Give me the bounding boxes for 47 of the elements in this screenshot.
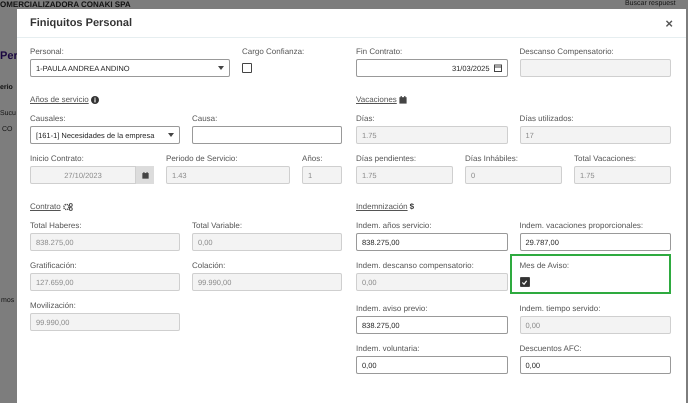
field-label: Causales:	[30, 114, 67, 123]
section-title: Contrato	[30, 202, 61, 211]
field-label: Indem. voluntaria:	[356, 344, 421, 353]
field-label: Personal:	[30, 47, 65, 56]
checkbox[interactable]	[520, 277, 530, 287]
caret-icon	[218, 66, 224, 70]
field-label: Inicio Contrato:	[30, 154, 85, 163]
section-title: Años de servicio	[30, 95, 89, 104]
section-title: Vacaciones	[356, 95, 397, 104]
input-field[interactable]	[192, 126, 342, 144]
field-label: Descanso Compensatorio:	[520, 47, 615, 56]
section-title: Indemnización	[356, 202, 408, 211]
currency-symbol: $	[410, 202, 414, 211]
checkbox[interactable]	[242, 63, 252, 73]
field-label: Total Variable:	[192, 221, 244, 230]
calendar-button[interactable]	[136, 166, 154, 184]
field-label: Días Inhábiles:	[465, 154, 519, 163]
page-title: Per	[0, 50, 18, 62]
field-label: Años:	[302, 154, 324, 163]
info-icon	[90, 96, 99, 104]
field-label: Días utilizados:	[520, 114, 575, 123]
field-label: Causa:	[192, 114, 218, 123]
field-label: Movilización:	[30, 301, 77, 310]
field-label: Colación:	[192, 261, 226, 270]
field-label: Indem. años servicio:	[356, 221, 433, 230]
field-label: Días pendientes:	[356, 154, 418, 163]
field-label: Gratificación:	[30, 261, 78, 270]
field-label: Indem. descanso compensatorio:	[356, 261, 475, 270]
field-label: Indem. vacaciones proporcionales:	[520, 221, 644, 230]
close-button[interactable]: ×	[665, 16, 673, 30]
calendar-icon	[494, 64, 502, 72]
caret-icon	[168, 133, 174, 137]
field-label: Total Vacaciones:	[574, 154, 638, 163]
field-label: Descuentos AFC:	[520, 344, 583, 353]
field-label: Periodo de Servicio:	[166, 154, 239, 163]
field-label: Indem. tiempo servido:	[520, 304, 602, 313]
field-label: Indem. aviso previo:	[356, 304, 429, 313]
calendar-icon	[142, 172, 148, 178]
modal-title: Finiquitos Personal	[30, 17, 132, 29]
field-label: Días:	[356, 114, 376, 123]
field-label: Total Haberes:	[30, 221, 83, 230]
gears-icon	[62, 202, 73, 210]
company-name: OMERCIALIZADORA CONAKI SPA	[0, 0, 131, 9]
field-label: Cargo Confianza:	[242, 47, 306, 56]
field-label: Mes de Aviso:	[520, 261, 570, 270]
calendar-icon	[398, 96, 407, 104]
field-label: Fin Contrato:	[356, 47, 404, 56]
